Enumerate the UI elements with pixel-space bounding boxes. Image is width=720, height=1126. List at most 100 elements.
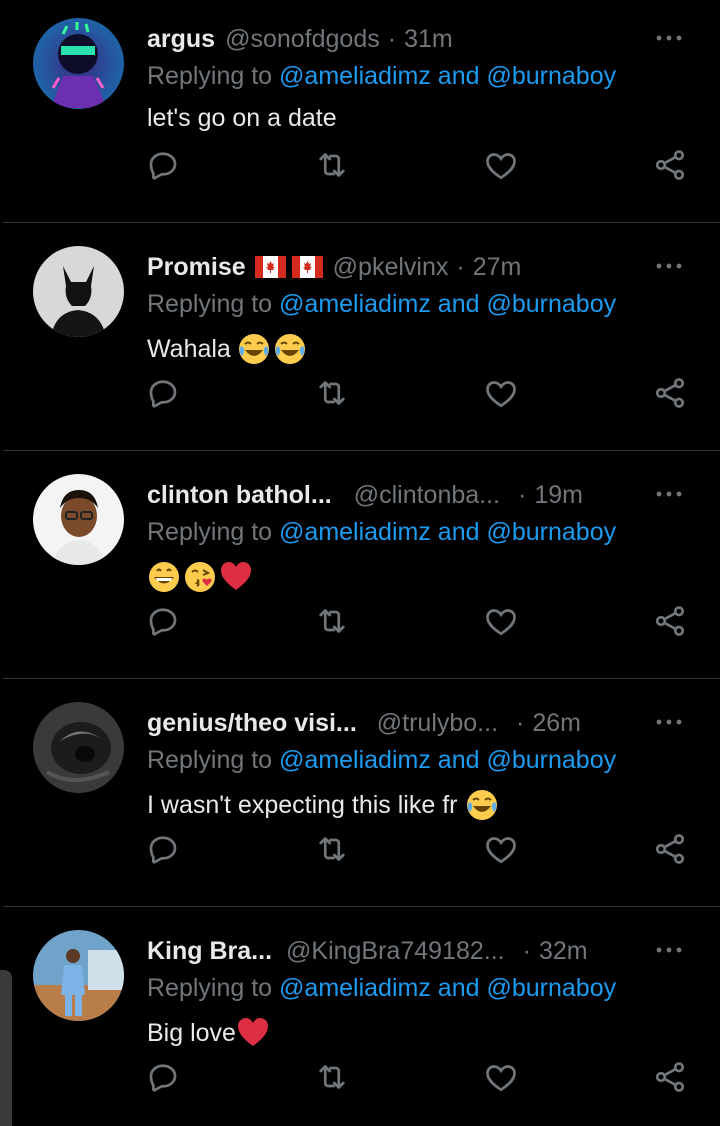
avatar[interactable] xyxy=(33,702,124,793)
share-icon[interactable] xyxy=(652,375,688,411)
retweet-icon[interactable] xyxy=(314,375,350,411)
share-icon[interactable] xyxy=(652,603,688,639)
timestamp[interactable]: 19m xyxy=(534,481,583,510)
separator-dot: · xyxy=(518,480,527,509)
retweet-icon[interactable] xyxy=(314,831,350,867)
display-name[interactable]: clinton bathol... xyxy=(147,481,332,510)
reply-feed: argus @sonofdgods · 31m Replying to @ame… xyxy=(0,0,720,1126)
more-icon[interactable] xyxy=(654,484,684,504)
grin-emoji-icon xyxy=(149,562,179,592)
mention-link[interactable]: @ameliadimz xyxy=(279,290,431,318)
share-icon[interactable] xyxy=(652,831,688,867)
timestamp[interactable]: 31m xyxy=(404,25,453,54)
reply-icon[interactable] xyxy=(145,375,181,411)
like-icon[interactable] xyxy=(483,375,519,411)
tweet-header: argus @sonofdgods · 31m xyxy=(147,20,637,58)
replying-to-line: Replying to @ameliadimz and @burnaboy xyxy=(147,290,616,319)
user-handle[interactable]: @clintonba... xyxy=(354,481,500,510)
and-label[interactable]: and xyxy=(438,518,480,546)
edge-scroll-handle[interactable] xyxy=(0,970,12,1126)
canada-flag xyxy=(254,256,286,278)
share-icon[interactable] xyxy=(652,147,688,183)
mention-link[interactable]: @burnaboy xyxy=(486,290,616,318)
action-bar xyxy=(0,1059,720,1099)
user-handle[interactable]: @sonofdgods xyxy=(225,25,380,54)
tweet-card[interactable]: Promise @pkelvinx · 27m Replying to @ame… xyxy=(0,228,720,456)
avatar[interactable] xyxy=(33,18,124,109)
tweet-card[interactable]: King Bra... @KingBra749182... · 32m Repl… xyxy=(0,912,720,1126)
mention-link[interactable]: @ameliadimz xyxy=(279,746,431,774)
tweet-header: Promise @pkelvinx · 27m xyxy=(147,248,637,286)
replying-to-label: Replying to xyxy=(147,974,273,1002)
tweet-card[interactable]: genius/theo visi... @trulybo... · 26m Re… xyxy=(0,684,720,912)
display-name[interactable]: argus xyxy=(147,25,215,54)
separator-dot: · xyxy=(456,252,465,281)
user-handle[interactable]: @trulybo... xyxy=(377,709,498,738)
and-label[interactable]: and xyxy=(438,290,480,318)
tweet-text xyxy=(147,560,253,594)
reply-icon[interactable] xyxy=(145,603,181,639)
timestamp[interactable]: 26m xyxy=(532,709,581,738)
and-label[interactable]: and xyxy=(438,746,480,774)
like-icon[interactable] xyxy=(483,603,519,639)
like-icon[interactable] xyxy=(483,147,519,183)
tweet-card[interactable]: argus @sonofdgods · 31m Replying to @ame… xyxy=(0,0,720,228)
display-name[interactable]: Promise xyxy=(147,253,246,282)
display-name[interactable]: genius/theo visi... xyxy=(147,709,357,738)
joy-emoji-icon xyxy=(274,334,305,364)
mention-link[interactable]: @burnaboy xyxy=(486,746,616,774)
mention-link[interactable]: @ameliadimz xyxy=(279,974,431,1002)
replying-to-label: Replying to xyxy=(147,518,273,546)
kiss-emoji-icon xyxy=(185,562,215,592)
replying-to-line: Replying to @ameliadimz and @burnaboy xyxy=(147,62,616,91)
tweet-text: I wasn't expecting this like fr xyxy=(147,788,499,822)
and-label[interactable]: and xyxy=(438,62,480,90)
and-label[interactable]: and xyxy=(438,974,480,1002)
tweet-text-content: Big love xyxy=(147,1018,236,1047)
more-icon[interactable] xyxy=(654,712,684,732)
divider xyxy=(3,678,720,679)
retweet-icon[interactable] xyxy=(314,1059,350,1095)
share-icon[interactable] xyxy=(652,1059,688,1095)
timestamp[interactable]: 32m xyxy=(539,937,588,966)
reply-icon[interactable] xyxy=(145,147,181,183)
reply-icon[interactable] xyxy=(145,1059,181,1095)
user-handle[interactable]: @pkelvinx xyxy=(333,253,449,282)
separator-dot: · xyxy=(522,936,531,965)
mention-link[interactable]: @burnaboy xyxy=(486,974,616,1002)
mention-link[interactable]: @burnaboy xyxy=(486,62,616,90)
tweet-text-content: let's go on a date xyxy=(147,104,337,132)
tweet-card[interactable]: clinton bathol... @clintonba... · 19m Re… xyxy=(0,456,720,684)
avatar[interactable] xyxy=(33,474,124,565)
separator-dot: · xyxy=(387,24,397,53)
replying-to-line: Replying to @ameliadimz and @burnaboy xyxy=(147,518,616,547)
more-icon[interactable] xyxy=(654,940,684,960)
tweet-header: genius/theo visi... @trulybo... · 26m xyxy=(147,704,637,742)
mention-link[interactable]: @burnaboy xyxy=(486,518,616,546)
mention-link[interactable]: @ameliadimz xyxy=(279,62,431,90)
retweet-icon[interactable] xyxy=(314,147,350,183)
more-icon[interactable] xyxy=(654,256,684,276)
joy-emoji-icon xyxy=(238,334,269,364)
like-icon[interactable] xyxy=(483,831,519,867)
replying-to-line: Replying to @ameliadimz and @burnaboy xyxy=(147,746,616,775)
avatar[interactable] xyxy=(33,246,124,337)
more-icon[interactable] xyxy=(654,28,684,48)
retweet-icon[interactable] xyxy=(314,603,350,639)
replying-to-label: Replying to xyxy=(147,290,273,318)
heart-emoji-icon xyxy=(237,1018,268,1046)
reply-icon[interactable] xyxy=(145,831,181,867)
replying-to-label: Replying to xyxy=(147,746,273,774)
replying-to-label: Replying to xyxy=(147,62,273,90)
user-handle[interactable]: @KingBra749182... xyxy=(286,937,505,966)
name-flags xyxy=(254,256,323,278)
display-name[interactable]: King Bra... xyxy=(147,937,272,966)
tweet-text: Big love xyxy=(147,1016,270,1050)
like-icon[interactable] xyxy=(483,1059,519,1095)
avatar[interactable] xyxy=(33,930,124,1021)
timestamp[interactable]: 27m xyxy=(473,253,522,282)
divider xyxy=(3,222,720,223)
joy-emoji-icon xyxy=(467,790,498,820)
tweet-text-content: Wahala xyxy=(147,334,231,363)
mention-link[interactable]: @ameliadimz xyxy=(279,518,431,546)
